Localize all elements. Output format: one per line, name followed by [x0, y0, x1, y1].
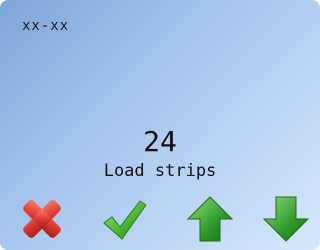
checkmark-icon	[103, 200, 147, 240]
arrow-down-icon	[262, 196, 310, 242]
cross-icon	[23, 200, 61, 238]
confirm-button[interactable]	[100, 195, 148, 243]
cancel-button[interactable]	[18, 195, 66, 243]
prompt-label: Load strips	[103, 161, 217, 181]
value-display: 24	[143, 125, 177, 158]
device-screen: xx-xx 24 Load strips	[0, 0, 320, 250]
arrow-up-icon	[186, 196, 234, 242]
header-code: xx-xx	[22, 18, 70, 34]
up-button[interactable]	[186, 195, 234, 243]
down-button[interactable]	[262, 195, 310, 243]
